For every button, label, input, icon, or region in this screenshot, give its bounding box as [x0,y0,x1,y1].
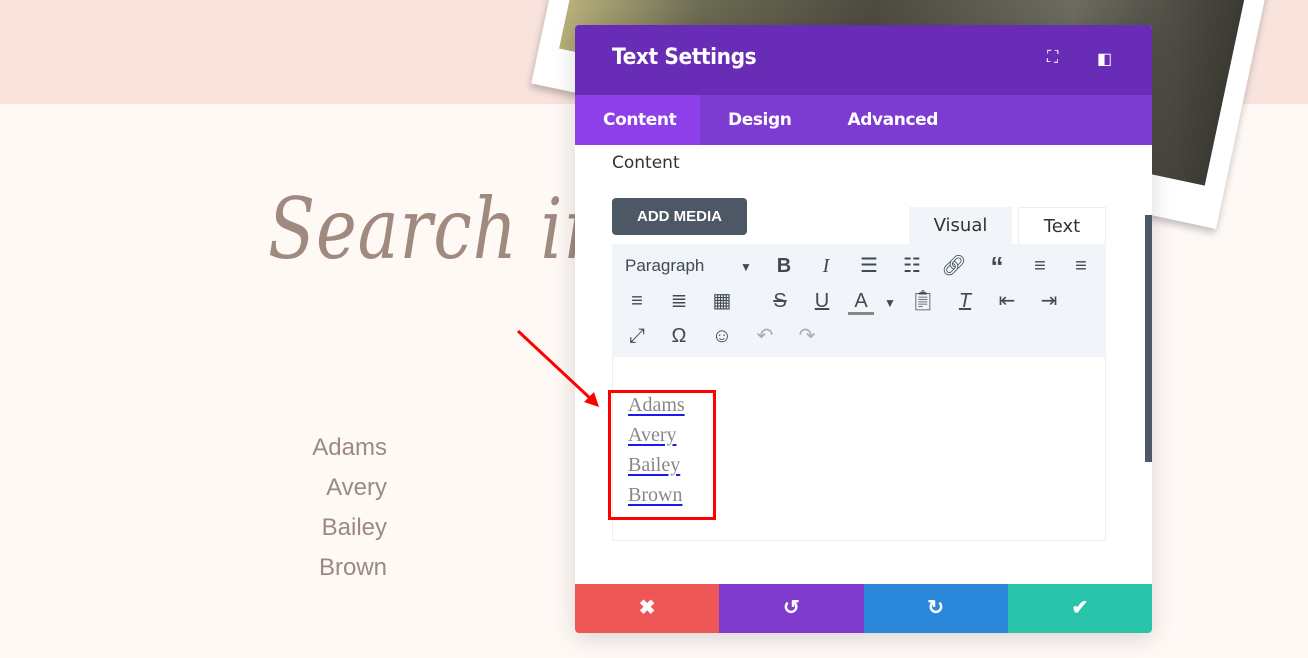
annotation-arrow [516,329,599,407]
